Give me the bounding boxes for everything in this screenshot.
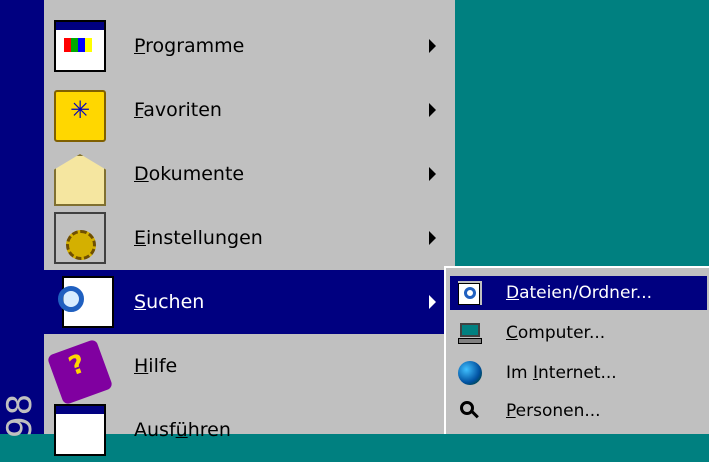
submenu-item-computer[interactable]: Computer...	[450, 316, 707, 350]
submenu-item-label: Dateien/Ordner...	[506, 283, 653, 303]
find-computer-icon	[458, 321, 482, 345]
windows-98-banner: 98	[0, 0, 44, 438]
start-menu: 98 Programme ✳ Favoriten Dokumente Einst…	[0, 0, 455, 456]
menu-item-suchen[interactable]: Suchen	[44, 270, 450, 334]
settings-icon	[54, 212, 106, 264]
documents-icon	[54, 154, 106, 206]
menu-item-programme[interactable]: Programme	[44, 14, 450, 78]
menu-item-label: Ausführen	[134, 419, 231, 441]
menu-item-ausfuehren[interactable]: Ausführen	[44, 398, 450, 462]
submenu-arrow-icon	[429, 231, 436, 245]
submenu-item-im-internet[interactable]: Im Internet...	[450, 356, 707, 390]
menu-item-dokumente[interactable]: Dokumente	[44, 142, 450, 206]
menu-item-label: Suchen	[134, 291, 205, 313]
menu-item-label: Dokumente	[134, 163, 245, 185]
submenu-item-dateien-ordner[interactable]: Dateien/Ordner...	[450, 276, 707, 310]
submenu-item-label: Personen...	[506, 401, 601, 421]
internet-globe-icon	[458, 361, 482, 385]
submenu-arrow-icon	[429, 295, 436, 309]
favorites-folder-icon: ✳	[54, 90, 106, 142]
menu-item-label: Hilfe	[134, 355, 178, 377]
submenu-item-label: Computer...	[506, 323, 606, 343]
submenu-arrow-icon	[429, 167, 436, 181]
help-book-icon: ?	[46, 338, 114, 406]
menu-item-label: Einstellungen	[134, 227, 263, 249]
menu-item-hilfe[interactable]: ? Hilfe	[44, 334, 450, 406]
submenu-item-label: Im Internet...	[506, 363, 617, 383]
menu-item-label: Favoriten	[134, 99, 222, 121]
menu-item-label: Programme	[134, 35, 245, 57]
find-people-icon	[458, 399, 482, 423]
banner-text: 98	[0, 392, 40, 438]
programs-icon	[54, 20, 106, 72]
submenu-arrow-icon	[429, 39, 436, 53]
run-icon	[54, 404, 106, 456]
search-submenu: Dateien/Ordner... Computer... Im Interne…	[444, 266, 709, 434]
search-icon	[58, 276, 114, 328]
menu-item-favoriten[interactable]: ✳ Favoriten	[44, 78, 450, 142]
submenu-arrow-icon	[429, 103, 436, 117]
menu-item-einstellungen[interactable]: Einstellungen	[44, 206, 450, 270]
submenu-item-personen[interactable]: Personen...	[450, 394, 707, 428]
find-files-icon	[458, 281, 482, 305]
